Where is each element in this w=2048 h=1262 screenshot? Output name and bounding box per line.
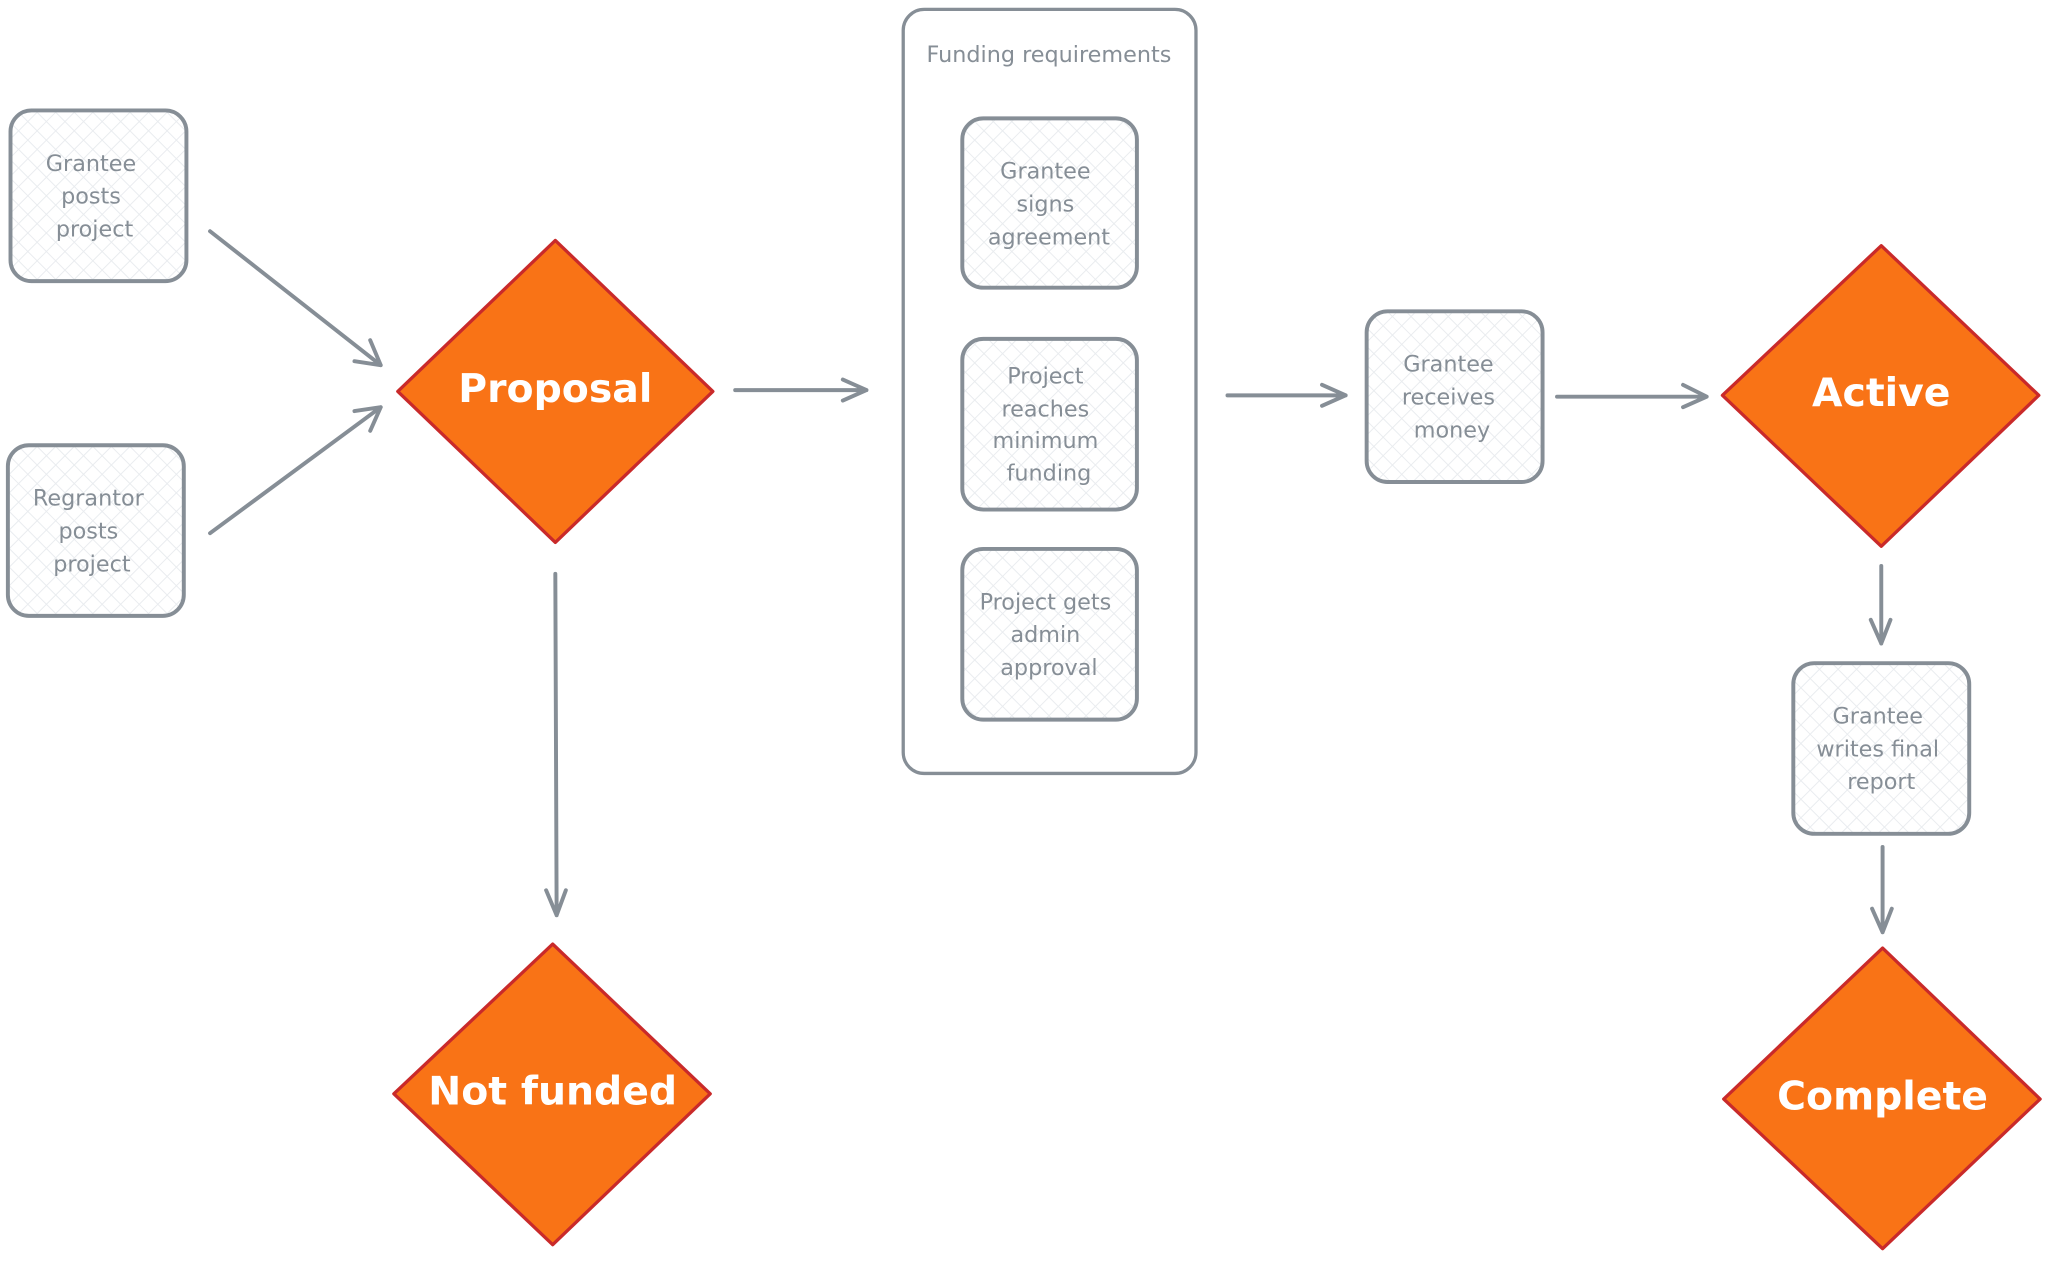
state-label: Active [1812,370,1951,416]
step-grantee-receives-money[interactable]: Grantee receives money [1364,309,1545,484]
state-active[interactable]: Active [1720,244,2041,548]
group-title: Funding requirements [927,42,1172,68]
funding-requirements-group: Funding requirements Grantee signs agree… [901,7,1198,776]
arrow-proposal-to-requirements [733,377,869,403]
step-regrantor-posts-project[interactable]: Regrantor posts project [5,443,186,618]
svg-text:Grantee receives m: Grantee receives money [1402,352,1502,444]
state-label: Complete [1777,1074,1988,1120]
arrow-proposal-to-not-funded [544,571,568,918]
step-grantee-posts-project[interactable]: Grantee posts project [8,108,189,284]
step-label: Regrantor [33,486,145,512]
step-grantee-writes-final-report[interactable]: Grantee writes final report [1791,661,1972,836]
arrow-money-to-active [1555,382,1709,410]
requirement-signs-agreement[interactable]: Grantee signs agreement [960,116,1139,290]
arrow-grantee-to-proposal [208,229,383,368]
requirement-minimum-funding[interactable]: Project reaches minimum funding [960,336,1139,512]
state-label: Proposal [458,366,652,412]
step-label: Grantee [46,151,136,177]
state-label: Not funded [428,1068,677,1114]
state-complete[interactable]: Complete [1722,946,2042,1251]
requirement-admin-approval[interactable]: Project gets admin approval [960,546,1139,722]
state-proposal[interactable]: Proposal [396,238,715,545]
grant-lifecycle-diagram: Grantee posts project Regrantor posts pr… [5,7,2042,1251]
arrow-active-to-report [1868,564,1893,646]
state-not-funded[interactable]: Not funded [392,942,712,1247]
arrow-report-to-complete [1870,844,1894,935]
arrow-regrantor-to-proposal [208,405,383,536]
arrow-requirements-to-money [1225,382,1348,408]
